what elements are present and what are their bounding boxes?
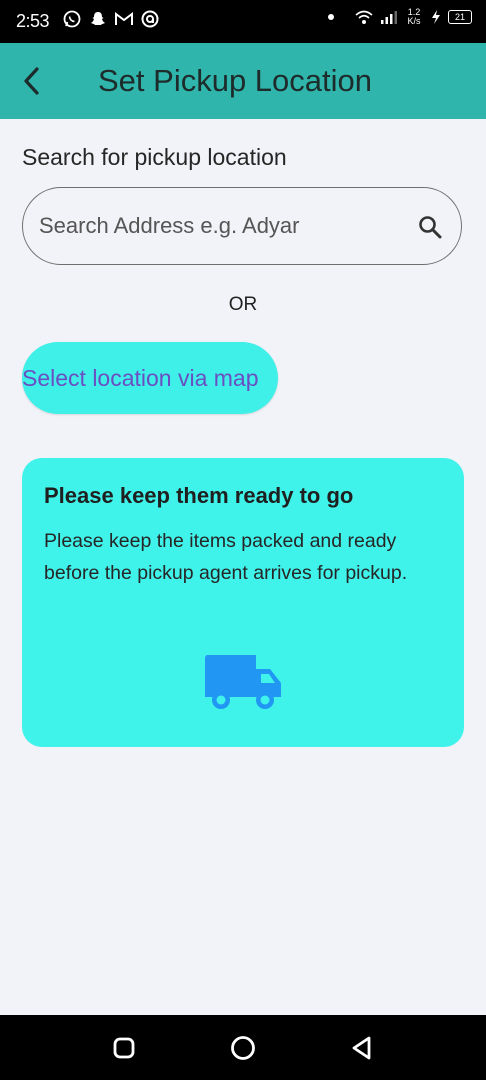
search-label: Search for pickup location: [22, 144, 287, 170]
status-time: 2:53: [16, 11, 50, 31]
or-divider: OR: [228, 294, 258, 315]
truck-icon: [205, 655, 281, 709]
page-title: Set Pickup Location: [98, 63, 373, 98]
signal-icon: [381, 11, 397, 24]
chevron-left-icon: [24, 67, 39, 95]
select-location-via-map-button[interactable]: Select location via map: [22, 342, 278, 414]
back-button[interactable]: [14, 61, 50, 101]
charging-icon: [432, 10, 440, 24]
gmail-icon: [115, 12, 133, 25]
info-card: Please keep them ready to go Please keep…: [22, 458, 464, 747]
app-icon: [141, 10, 159, 28]
navigation-bar: [0, 1015, 486, 1080]
system-icons: 1.2 K/s 21: [328, 8, 472, 26]
app-bar: Set Pickup Location: [0, 43, 486, 119]
system-back-button[interactable]: [347, 1033, 377, 1063]
notification-dot: [328, 14, 334, 20]
card-body: Please keep the items packed and ready b…: [44, 530, 408, 584]
recents-icon: [113, 1037, 135, 1059]
search-placeholder: Search Address e.g. Adyar: [39, 213, 300, 238]
network-speed: 1.2 K/s: [404, 8, 424, 26]
home-icon: [231, 1036, 255, 1060]
card-title: Please keep them ready to go: [44, 483, 354, 508]
search-icon[interactable]: [417, 214, 443, 240]
map-button-label: Select location via map: [22, 365, 259, 391]
search-input[interactable]: Search Address e.g. Adyar: [22, 187, 462, 265]
status-bar: 2:53 1.2 K/s 21: [0, 0, 486, 43]
wifi-icon: [355, 10, 373, 24]
whatsapp-icon: [63, 10, 81, 28]
recents-button[interactable]: [109, 1033, 139, 1063]
back-icon: [352, 1036, 371, 1060]
home-button[interactable]: [228, 1033, 258, 1063]
network-speed-unit: K/s: [407, 16, 421, 26]
notification-icons: [62, 9, 160, 29]
snapchat-icon: [91, 12, 105, 25]
battery-icon: 21: [448, 10, 472, 24]
